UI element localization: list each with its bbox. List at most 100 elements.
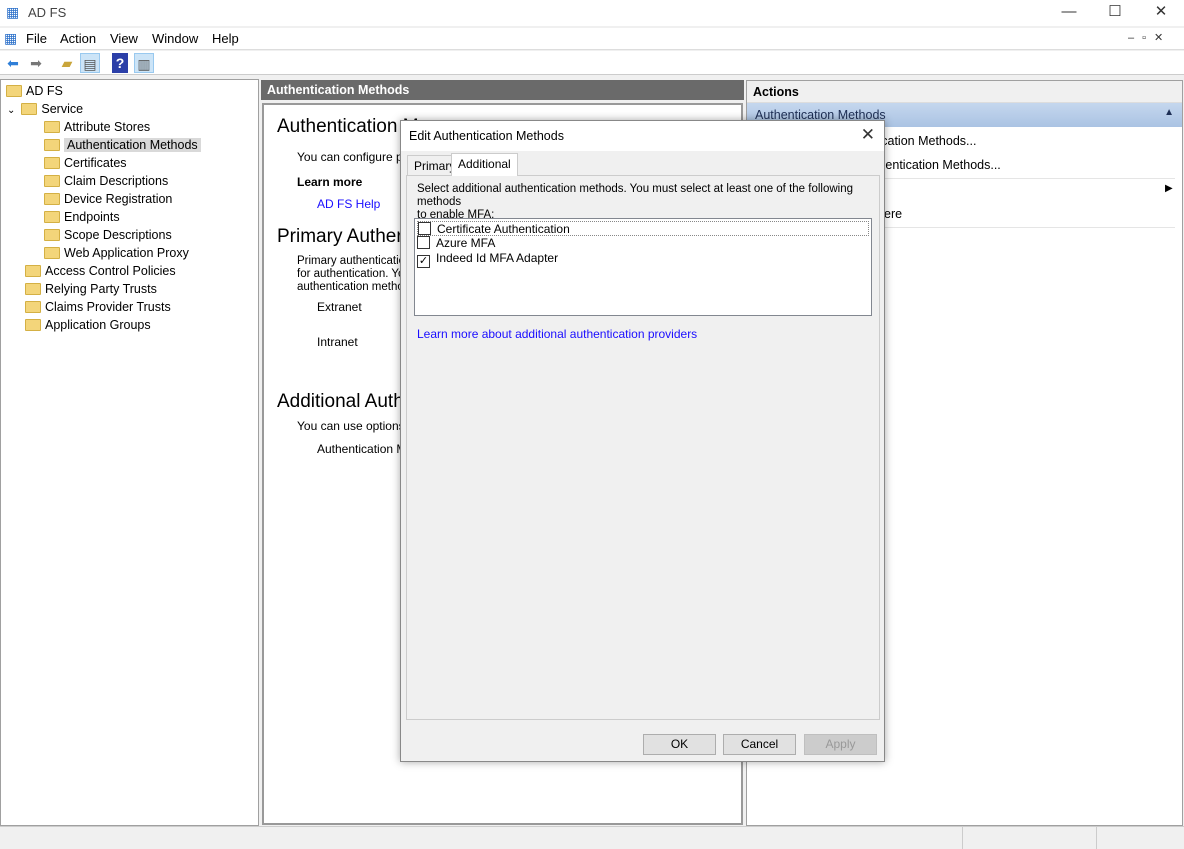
- help-icon[interactable]: ?: [112, 53, 128, 73]
- checkbox-unchecked[interactable]: [417, 236, 430, 249]
- tree-label: Scope Descriptions: [64, 228, 172, 242]
- submenu-arrow-icon[interactable]: ▶: [1165, 183, 1173, 194]
- overview-title: Authentication M: [277, 116, 419, 137]
- tree-item-adfs[interactable]: AD FS: [6, 82, 63, 100]
- tree-item-attribute-stores[interactable]: Attribute Stores: [44, 118, 150, 136]
- folder-icon: [44, 157, 60, 169]
- chevron-down-icon[interactable]: ⌄: [7, 105, 15, 116]
- tree-label: Relying Party Trusts: [45, 282, 157, 296]
- additional-methods-list: Certificate Authentication Azure MFA ✓ In…: [414, 218, 872, 316]
- folder-icon: [44, 229, 60, 241]
- checkbox-unchecked[interactable]: [418, 222, 431, 235]
- ok-button[interactable]: OK: [643, 734, 716, 755]
- method-label: Azure MFA: [436, 236, 496, 250]
- menu-action[interactable]: Action: [60, 31, 96, 46]
- tree-item-authentication-methods[interactable]: Authentication Methods: [44, 136, 201, 154]
- close-button[interactable]: ✕: [1138, 0, 1184, 26]
- actions-header: Actions: [747, 81, 1182, 103]
- dialog-title-bar: Edit Authentication Methods: [401, 121, 884, 151]
- minimize-button[interactable]: —: [1046, 0, 1092, 26]
- window-title: AD FS: [28, 5, 67, 20]
- tree-label: Claims Provider Trusts: [45, 300, 171, 314]
- folder-icon: [25, 283, 41, 295]
- status-bar: [0, 826, 1184, 849]
- title-bar: ▦ AD FS — ☐ ✕: [0, 0, 1184, 26]
- tree-label: Endpoints: [64, 210, 120, 224]
- tree-item-scope-descriptions[interactable]: Scope Descriptions: [44, 226, 172, 244]
- tree-item-access-control-policies[interactable]: Access Control Policies: [25, 262, 176, 280]
- menu-help[interactable]: Help: [212, 31, 239, 46]
- mmc-icon[interactable]: ▦: [4, 30, 17, 47]
- tree-item-application-groups[interactable]: Application Groups: [25, 316, 151, 334]
- tree-label: Application Groups: [45, 318, 151, 332]
- mmc-icon: ▦: [6, 4, 20, 20]
- edit-authentication-methods-dialog: Edit Authentication Methods ✕ Primary Ad…: [400, 120, 885, 762]
- additional-text: You can use options b: [297, 419, 415, 433]
- extranet-label: Extranet: [317, 300, 362, 314]
- tree-label: Authentication Methods: [64, 138, 201, 152]
- tree-label: Access Control Policies: [45, 264, 176, 278]
- primary-text: Primary authentication for authentication…: [297, 255, 412, 293]
- tree-item-certificates[interactable]: Certificates: [44, 154, 127, 172]
- folder-icon: [44, 139, 60, 151]
- menu-bar: ▦ File Action View Window Help –▫✕: [0, 28, 1184, 50]
- dialog-close-icon[interactable]: ✕: [861, 125, 875, 145]
- additional-methods-label: Authentication Me: [317, 442, 414, 456]
- tab-additional[interactable]: Additional: [451, 153, 518, 176]
- tree-item-device-registration[interactable]: Device Registration: [44, 190, 172, 208]
- maximize-button[interactable]: ☐: [1092, 0, 1138, 26]
- folder-icon: [44, 175, 60, 187]
- menu-view[interactable]: View: [110, 31, 138, 46]
- method-azure-mfa[interactable]: Azure MFA: [417, 236, 495, 251]
- method-label: Certificate Authentication: [437, 222, 570, 236]
- folder-icon: [21, 103, 38, 115]
- back-icon[interactable]: ⬅: [3, 53, 23, 73]
- tree-label: Web Application Proxy: [64, 246, 189, 260]
- folder-icon: [25, 301, 41, 313]
- divider: [875, 227, 1175, 228]
- results-header: Authentication Methods: [261, 80, 744, 100]
- toolbar: ⬅ ➡ ▰ ▤ ? ▥: [0, 51, 1184, 75]
- tree-label: Claim Descriptions: [64, 174, 169, 188]
- folder-icon: [44, 121, 60, 133]
- folder-icon: [44, 193, 60, 205]
- up-folder-icon[interactable]: ▰: [57, 53, 77, 73]
- action-edit-additional[interactable]: thentication Methods...: [875, 158, 1001, 172]
- show-hide-action-pane-icon[interactable]: ▥: [134, 53, 154, 73]
- tree-label: Attribute Stores: [64, 120, 151, 134]
- show-hide-tree-icon[interactable]: ▤: [80, 53, 100, 73]
- action-edit-primary[interactable]: tication Methods...: [875, 134, 976, 148]
- learn-more-label: Learn more: [297, 175, 363, 189]
- tree-item-web-application-proxy[interactable]: Web Application Proxy: [44, 244, 189, 262]
- checkbox-checked[interactable]: ✓: [417, 255, 430, 268]
- tree-item-endpoints[interactable]: Endpoints: [44, 208, 120, 226]
- tree-item-service[interactable]: ⌄ Service: [7, 100, 83, 118]
- tree-label: Certificates: [64, 156, 127, 170]
- mdi-controls[interactable]: –▫✕: [1128, 31, 1171, 44]
- tree-item-claims-provider-trusts[interactable]: Claims Provider Trusts: [25, 298, 171, 316]
- tree-label: AD FS: [26, 84, 63, 98]
- folder-icon: [6, 85, 22, 97]
- forward-icon[interactable]: ➡: [26, 53, 46, 73]
- tree-item-claim-descriptions[interactable]: Claim Descriptions: [44, 172, 168, 190]
- cancel-button[interactable]: Cancel: [723, 734, 796, 755]
- tree-label: Service: [41, 102, 84, 116]
- dialog-title: Edit Authentication Methods: [409, 129, 564, 143]
- tree-item-relying-party-trusts[interactable]: Relying Party Trusts: [25, 280, 157, 298]
- method-certificate-authentication[interactable]: Certificate Authentication: [417, 221, 869, 236]
- divider: [875, 178, 1175, 179]
- instruction-text: Select additional authentication methods…: [417, 183, 854, 221]
- collapse-up-icon[interactable]: ▲: [1164, 107, 1174, 118]
- tree-label: Device Registration: [64, 192, 173, 206]
- menu-file[interactable]: File: [26, 31, 47, 46]
- folder-icon: [44, 211, 60, 223]
- folder-icon: [25, 319, 41, 331]
- adfs-help-link[interactable]: AD FS Help: [317, 197, 380, 211]
- intranet-label: Intranet: [317, 335, 358, 349]
- console-tree: AD FS ⌄ Service Attribute Stores Authenti…: [0, 79, 259, 826]
- folder-icon: [25, 265, 41, 277]
- learn-more-providers-link[interactable]: Learn more about additional authenticati…: [417, 327, 697, 341]
- method-indeed-id-mfa-adapter[interactable]: ✓ Indeed Id MFA Adapter: [417, 251, 558, 268]
- apply-button[interactable]: Apply: [804, 734, 877, 755]
- menu-window[interactable]: Window: [152, 31, 198, 46]
